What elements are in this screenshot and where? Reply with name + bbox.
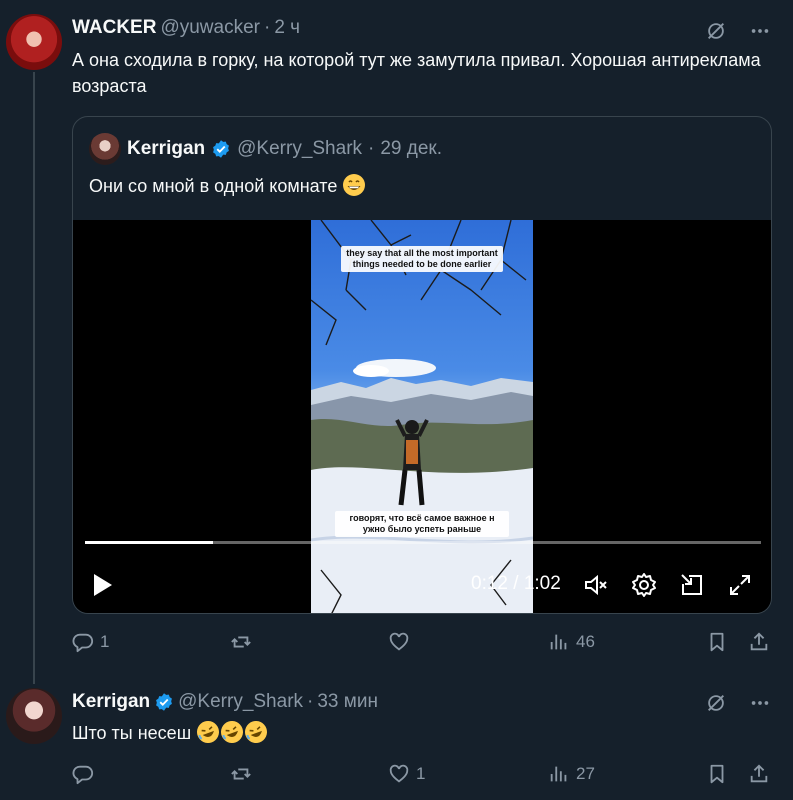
share-icon — [750, 632, 768, 651]
video-caption-bottom: говорят, что всё самое важное н ужно был… — [335, 511, 509, 537]
reply-button[interactable] — [72, 763, 100, 785]
video-duration: 1:02 — [523, 573, 561, 594]
author-handle[interactable]: @Kerry_Shark — [178, 691, 303, 713]
like-button[interactable] — [388, 631, 416, 653]
separator-dot: · — [307, 691, 314, 712]
separator-dot: · — [368, 138, 375, 159]
video-current-time: 0:12 — [471, 573, 508, 594]
share-icon — [750, 764, 768, 783]
quoted-tweet-text-content: Они со мной в одной комнате — [89, 176, 338, 196]
quoted-tweet-header: Kerrigan @Kerry_Shark · 29 дек. — [89, 133, 442, 165]
repost-button[interactable] — [230, 631, 258, 653]
quoted-avatar — [89, 133, 121, 165]
reply-icon — [72, 765, 94, 785]
thread-connector-line — [33, 72, 35, 684]
timestamp[interactable]: 33 мин — [317, 691, 378, 713]
share-button[interactable] — [748, 631, 770, 653]
author-name[interactable]: Kerrigan — [72, 691, 150, 713]
repost-icon — [231, 768, 251, 780]
timestamp[interactable]: 2 ч — [274, 17, 300, 39]
video-progress-fill — [85, 541, 214, 544]
repost-icon — [231, 636, 251, 648]
verified-badge-icon — [213, 140, 230, 158]
share-button[interactable] — [748, 763, 770, 785]
like-count: 1 — [416, 764, 426, 783]
quoted-tweet-text: Они со мной в одной комнате — [89, 173, 366, 199]
video-player[interactable]: they say that all the most important thi… — [73, 220, 771, 613]
separator-dot: · — [264, 17, 271, 38]
fullscreen-icon[interactable] — [727, 572, 753, 598]
verified-badge-icon — [156, 693, 173, 711]
video-caption-top: they say that all the most important thi… — [341, 246, 503, 272]
views-button[interactable]: 27 — [548, 763, 595, 785]
tweet-text: А она сходила в горку, на которой тут же… — [72, 50, 761, 96]
quoted-author-name: Kerrigan — [127, 138, 206, 159]
repost-button[interactable] — [230, 763, 258, 785]
author-name[interactable]: WACKER — [72, 17, 156, 39]
quoted-author-handle: @Kerry_Shark — [237, 138, 363, 159]
views-count: 46 — [576, 632, 595, 651]
video-time: 0:12 / 1:02 — [471, 573, 561, 595]
play-icon[interactable] — [91, 571, 115, 599]
avatar[interactable] — [6, 14, 62, 70]
video-scene — [311, 220, 533, 613]
settings-gear-icon[interactable] — [631, 572, 657, 598]
bookmark-icon — [710, 764, 724, 784]
tweet-header: WACKER @yuwacker · 2 ч — [72, 17, 300, 39]
grinning-face-emoji-icon — [343, 174, 366, 196]
more-options-icon[interactable] — [749, 20, 771, 42]
views-button[interactable]: 46 — [548, 631, 595, 653]
like-button[interactable]: 1 — [388, 763, 425, 785]
bookmark-button[interactable] — [706, 763, 728, 785]
reply-icon — [72, 633, 94, 653]
tweet-top-actions — [705, 20, 771, 42]
tweet-header: Kerrigan @Kerry_Shark · 33 мин — [72, 691, 378, 713]
bookmark-button[interactable] — [706, 631, 728, 653]
heart-icon — [389, 764, 409, 783]
picture-in-picture-icon[interactable] — [679, 572, 705, 598]
rolling-laughing-emoji-icon — [221, 721, 244, 743]
tweet-top-actions — [705, 692, 771, 714]
avatar[interactable] — [6, 688, 62, 744]
video-progress-bar[interactable] — [85, 541, 761, 544]
views-chart-icon — [550, 766, 567, 782]
video-frame: they say that all the most important thi… — [311, 220, 533, 613]
tweet-text-content: Што ты несеш — [72, 723, 192, 743]
tweet-action-bar: 1 46 — [72, 631, 772, 655]
quoted-tweet-card[interactable]: Kerrigan @Kerry_Shark · 29 дек. Они со м… — [72, 116, 772, 614]
rolling-laughing-emoji-icon — [197, 721, 220, 743]
mute-icon[interactable] — [583, 572, 609, 598]
grok-icon[interactable] — [705, 692, 727, 714]
rolling-laughing-emoji-icon — [245, 721, 268, 743]
reply-count: 1 — [100, 632, 110, 651]
views-count: 27 — [576, 764, 595, 783]
reply-button[interactable]: 1 — [72, 631, 109, 653]
tweet-action-bar: 1 27 — [72, 763, 772, 787]
heart-icon — [389, 632, 409, 651]
more-options-icon[interactable] — [749, 692, 771, 714]
tweet-text: Што ты несеш — [72, 720, 772, 746]
bookmark-icon — [710, 632, 724, 652]
author-handle[interactable]: @yuwacker — [160, 17, 260, 39]
quoted-timestamp: 29 дек. — [380, 138, 443, 159]
views-chart-icon — [550, 634, 567, 650]
video-time-separator: / — [513, 573, 519, 594]
grok-icon[interactable] — [705, 20, 727, 42]
